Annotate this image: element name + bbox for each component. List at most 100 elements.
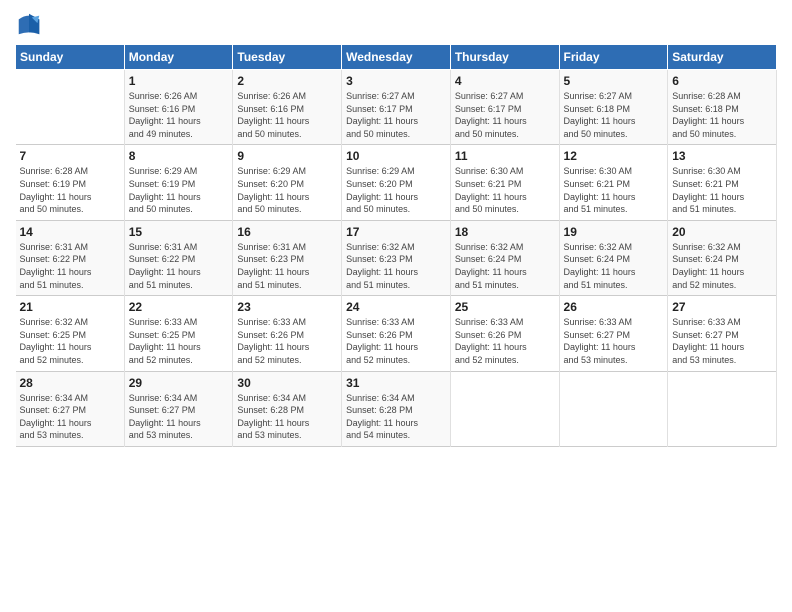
day-number: 17: [346, 225, 446, 239]
day-info: Sunrise: 6:31 AM Sunset: 6:22 PM Dayligh…: [129, 241, 229, 291]
calendar-cell: 25 Sunrise: 6:33 AM Sunset: 6:26 PM Dayli…: [450, 296, 559, 371]
day-number: 2: [237, 74, 337, 88]
calendar-cell: 31 Sunrise: 6:34 AM Sunset: 6:28 PM Dayli…: [342, 371, 451, 446]
day-number: 14: [20, 225, 120, 239]
day-info: Sunrise: 6:32 AM Sunset: 6:24 PM Dayligh…: [672, 241, 772, 291]
calendar-cell: [450, 371, 559, 446]
calendar-week-3: 14 Sunrise: 6:31 AM Sunset: 6:22 PM Dayli…: [16, 220, 777, 295]
day-number: 28: [20, 376, 120, 390]
page: SundayMondayTuesdayWednesdayThursdayFrid…: [0, 0, 792, 612]
calendar-cell: 9Sunrise: 6:29 AM Sunset: 6:20 PM Daylig…: [233, 145, 342, 220]
calendar-cell: 3 Sunrise: 6:27 AM Sunset: 6:17 PM Daylig…: [342, 70, 451, 145]
day-info: Sunrise: 6:28 AM Sunset: 6:19 PM Dayligh…: [20, 165, 120, 215]
day-info: Sunrise: 6:34 AM Sunset: 6:28 PM Dayligh…: [346, 392, 446, 442]
day-number: 31: [346, 376, 446, 390]
header-sunday: Sunday: [16, 45, 125, 70]
day-number: 25: [455, 300, 555, 314]
day-number: 7: [20, 149, 120, 163]
calendar-cell: 4Sunrise: 6:27 AM Sunset: 6:17 PM Daylig…: [450, 70, 559, 145]
day-info: Sunrise: 6:26 AM Sunset: 6:16 PM Dayligh…: [237, 90, 337, 140]
calendar-cell: 27 Sunrise: 6:33 AM Sunset: 6:27 PM Dayli…: [668, 296, 777, 371]
calendar-cell: 2 Sunrise: 6:26 AM Sunset: 6:16 PM Daylig…: [233, 70, 342, 145]
day-info: Sunrise: 6:27 AM Sunset: 6:18 PM Dayligh…: [564, 90, 664, 140]
day-info: Sunrise: 6:28 AM Sunset: 6:18 PM Dayligh…: [672, 90, 772, 140]
calendar-cell: 30 Sunrise: 6:34 AM Sunset: 6:28 PM Dayli…: [233, 371, 342, 446]
calendar-cell: 8Sunrise: 6:29 AM Sunset: 6:19 PM Daylig…: [124, 145, 233, 220]
day-number: 23: [237, 300, 337, 314]
day-number: 29: [129, 376, 229, 390]
day-info: Sunrise: 6:33 AM Sunset: 6:26 PM Dayligh…: [237, 316, 337, 366]
calendar-week-4: 21 Sunrise: 6:32 AM Sunset: 6:25 PM Dayli…: [16, 296, 777, 371]
day-info: Sunrise: 6:29 AM Sunset: 6:20 PM Dayligh…: [346, 165, 446, 215]
header-friday: Friday: [559, 45, 668, 70]
day-info: Sunrise: 6:33 AM Sunset: 6:27 PM Dayligh…: [672, 316, 772, 366]
day-number: 3: [346, 74, 446, 88]
calendar-cell: 23 Sunrise: 6:33 AM Sunset: 6:26 PM Dayli…: [233, 296, 342, 371]
calendar-cell: 16 Sunrise: 6:31 AM Sunset: 6:23 PM Dayli…: [233, 220, 342, 295]
day-info: Sunrise: 6:27 AM Sunset: 6:17 PM Dayligh…: [455, 90, 555, 140]
calendar-cell: 26 Sunrise: 6:33 AM Sunset: 6:27 PM Dayli…: [559, 296, 668, 371]
calendar-week-1: 1Sunrise: 6:26 AM Sunset: 6:16 PM Daylig…: [16, 70, 777, 145]
day-info: Sunrise: 6:30 AM Sunset: 6:21 PM Dayligh…: [564, 165, 664, 215]
header-tuesday: Tuesday: [233, 45, 342, 70]
calendar-cell: 5 Sunrise: 6:27 AM Sunset: 6:18 PM Daylig…: [559, 70, 668, 145]
calendar-cell: [559, 371, 668, 446]
calendar-cell: [16, 70, 125, 145]
day-number: 30: [237, 376, 337, 390]
day-number: 27: [672, 300, 772, 314]
calendar-week-2: 7 Sunrise: 6:28 AM Sunset: 6:19 PM Daylig…: [16, 145, 777, 220]
calendar-cell: 12 Sunrise: 6:30 AM Sunset: 6:21 PM Dayli…: [559, 145, 668, 220]
day-number: 19: [564, 225, 664, 239]
day-number: 24: [346, 300, 446, 314]
calendar-cell: 22 Sunrise: 6:33 AM Sunset: 6:25 PM Dayli…: [124, 296, 233, 371]
calendar-cell: 20 Sunrise: 6:32 AM Sunset: 6:24 PM Dayli…: [668, 220, 777, 295]
day-number: 26: [564, 300, 664, 314]
day-number: 20: [672, 225, 772, 239]
day-info: Sunrise: 6:31 AM Sunset: 6:22 PM Dayligh…: [20, 241, 120, 291]
day-number: 12: [564, 149, 664, 163]
day-number: 11: [455, 149, 555, 163]
logo-icon: [15, 10, 43, 38]
calendar-table: SundayMondayTuesdayWednesdayThursdayFrid…: [15, 44, 777, 447]
day-number: 18: [455, 225, 555, 239]
day-number: 22: [129, 300, 229, 314]
calendar-cell: 14 Sunrise: 6:31 AM Sunset: 6:22 PM Dayli…: [16, 220, 125, 295]
calendar-cell: 13Sunrise: 6:30 AM Sunset: 6:21 PM Dayli…: [668, 145, 777, 220]
calendar-cell: 11 Sunrise: 6:30 AM Sunset: 6:21 PM Dayli…: [450, 145, 559, 220]
day-info: Sunrise: 6:31 AM Sunset: 6:23 PM Dayligh…: [237, 241, 337, 291]
calendar-cell: 21 Sunrise: 6:32 AM Sunset: 6:25 PM Dayli…: [16, 296, 125, 371]
calendar-cell: [668, 371, 777, 446]
calendar-cell: 1Sunrise: 6:26 AM Sunset: 6:16 PM Daylig…: [124, 70, 233, 145]
calendar-header-row: SundayMondayTuesdayWednesdayThursdayFrid…: [16, 45, 777, 70]
day-info: Sunrise: 6:29 AM Sunset: 6:19 PM Dayligh…: [129, 165, 229, 215]
header-saturday: Saturday: [668, 45, 777, 70]
calendar-week-5: 28 Sunrise: 6:34 AM Sunset: 6:27 PM Dayli…: [16, 371, 777, 446]
day-info: Sunrise: 6:32 AM Sunset: 6:25 PM Dayligh…: [20, 316, 120, 366]
calendar-cell: 28 Sunrise: 6:34 AM Sunset: 6:27 PM Dayli…: [16, 371, 125, 446]
day-info: Sunrise: 6:26 AM Sunset: 6:16 PM Dayligh…: [129, 90, 229, 140]
day-info: Sunrise: 6:33 AM Sunset: 6:26 PM Dayligh…: [346, 316, 446, 366]
day-info: Sunrise: 6:30 AM Sunset: 6:21 PM Dayligh…: [455, 165, 555, 215]
day-info: Sunrise: 6:33 AM Sunset: 6:27 PM Dayligh…: [564, 316, 664, 366]
day-number: 21: [20, 300, 120, 314]
day-info: Sunrise: 6:32 AM Sunset: 6:24 PM Dayligh…: [564, 241, 664, 291]
day-info: Sunrise: 6:33 AM Sunset: 6:25 PM Dayligh…: [129, 316, 229, 366]
header: [15, 10, 777, 38]
calendar-cell: 29Sunrise: 6:34 AM Sunset: 6:27 PM Dayli…: [124, 371, 233, 446]
day-number: 10: [346, 149, 446, 163]
day-number: 16: [237, 225, 337, 239]
day-info: Sunrise: 6:33 AM Sunset: 6:26 PM Dayligh…: [455, 316, 555, 366]
day-info: Sunrise: 6:34 AM Sunset: 6:28 PM Dayligh…: [237, 392, 337, 442]
day-number: 5: [564, 74, 664, 88]
calendar-cell: 17Sunrise: 6:32 AM Sunset: 6:23 PM Dayli…: [342, 220, 451, 295]
day-info: Sunrise: 6:27 AM Sunset: 6:17 PM Dayligh…: [346, 90, 446, 140]
day-info: Sunrise: 6:34 AM Sunset: 6:27 PM Dayligh…: [20, 392, 120, 442]
calendar-cell: 18 Sunrise: 6:32 AM Sunset: 6:24 PM Dayli…: [450, 220, 559, 295]
day-number: 15: [129, 225, 229, 239]
day-info: Sunrise: 6:32 AM Sunset: 6:24 PM Dayligh…: [455, 241, 555, 291]
calendar-cell: 10 Sunrise: 6:29 AM Sunset: 6:20 PM Dayli…: [342, 145, 451, 220]
header-thursday: Thursday: [450, 45, 559, 70]
day-number: 6: [672, 74, 772, 88]
calendar-cell: 7 Sunrise: 6:28 AM Sunset: 6:19 PM Daylig…: [16, 145, 125, 220]
calendar-cell: 6 Sunrise: 6:28 AM Sunset: 6:18 PM Daylig…: [668, 70, 777, 145]
